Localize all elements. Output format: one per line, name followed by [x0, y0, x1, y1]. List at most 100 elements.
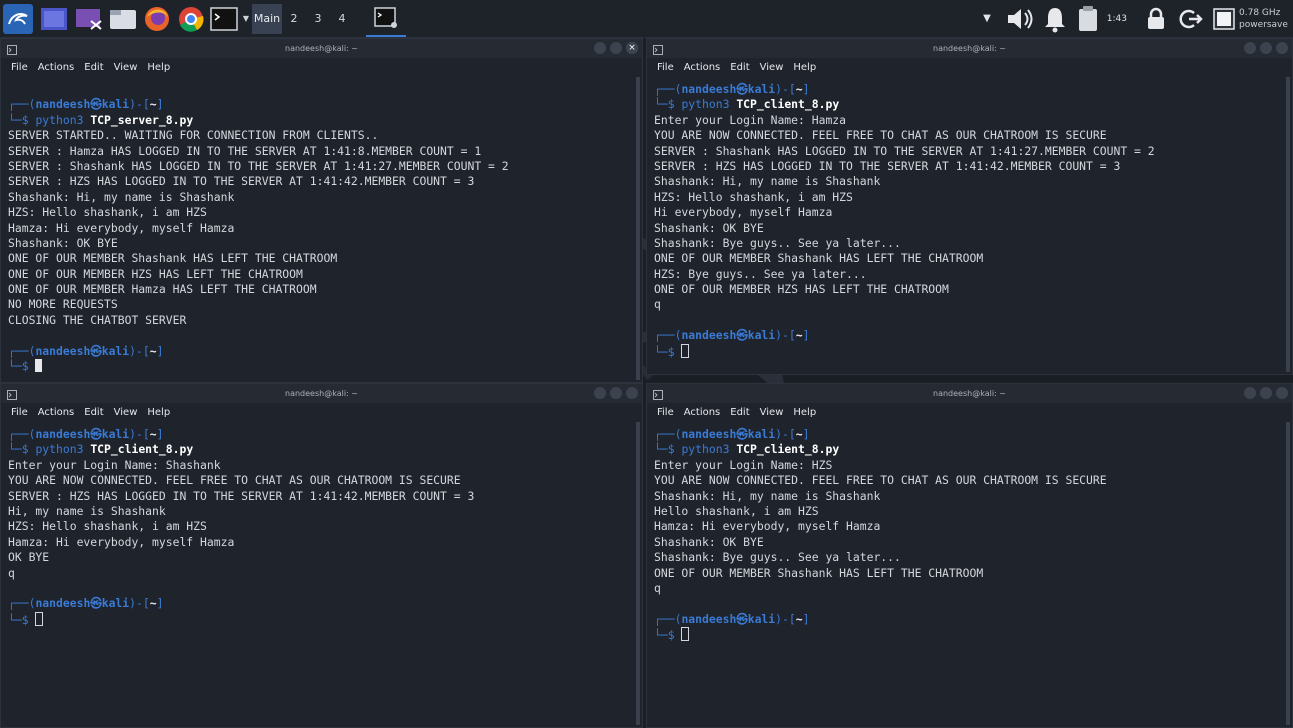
maximize-button[interactable] [1260, 42, 1272, 54]
cpu-frequency-plugin[interactable]: 0.78 GHz powersave [1239, 7, 1293, 31]
close-button[interactable] [1276, 42, 1288, 54]
terminal-window-client-shashank[interactable]: nandeesh@kali: ~ File Actions Edit View Help ┌… [0, 383, 643, 728]
logout-icon[interactable] [1179, 7, 1203, 31]
scrollbar[interactable] [1286, 77, 1290, 372]
firefox-button[interactable] [140, 0, 174, 37]
menu-help[interactable]: Help [793, 407, 816, 418]
workspace-3[interactable]: 3 [306, 4, 330, 34]
menu-help[interactable]: Help [147, 407, 170, 418]
menu-file[interactable]: File [11, 62, 28, 73]
volume-icon[interactable] [1005, 6, 1035, 32]
menu-file[interactable]: File [657, 407, 674, 418]
command: python3 [681, 442, 730, 457]
cpu-monitor-icon[interactable] [1213, 7, 1235, 30]
close-icon: × [626, 42, 638, 54]
close-button[interactable] [626, 387, 638, 399]
clipboard-icon[interactable] [1077, 5, 1099, 33]
window-titlebar[interactable]: nandeesh@kali: ~ [1, 384, 642, 403]
window-titlebar[interactable]: nandeesh@kali: ~ [647, 39, 1292, 58]
prompt-user: nandeesh [681, 82, 737, 96]
terminal-cursor[interactable] [35, 359, 43, 373]
prompt-dollar: └─$ [8, 112, 36, 127]
window-titlebar[interactable]: nandeesh@kali: ~ × [1, 39, 642, 58]
terminal-window-server[interactable]: nandeesh@kali: ~ × File Actions Edit View Help… [0, 38, 643, 383]
tray-dropdown-icon[interactable]: ▼ [983, 13, 991, 24]
terminal-line: ONE OF OUR MEMBER Hamza HAS LEFT THE CHA… [8, 282, 642, 297]
output-text: Shashank: OK BYE [654, 220, 764, 235]
prompt-separator: )-[ [129, 343, 150, 358]
show-desktop-button[interactable] [36, 0, 72, 37]
workspace-switcher-button[interactable] [72, 0, 106, 37]
window-title: nandeesh@kali: ~ [933, 389, 1006, 398]
kali-menu-button[interactable] [0, 0, 36, 37]
menu-file[interactable]: File [657, 62, 674, 73]
terminal-line: SERVER : Shashank HAS LOGGED IN TO THE S… [654, 144, 1292, 159]
minimize-button[interactable] [594, 42, 606, 54]
terminal-window-client-hzs[interactable]: nandeesh@kali: ~ File Actions Edit View Help ┌… [646, 383, 1293, 728]
menu-help[interactable]: Help [793, 62, 816, 73]
terminal-output[interactable]: ┌──(nandeesh㉿kali)-[~] └─$ python3 TCP_cl… [1, 421, 642, 627]
menu-edit[interactable]: Edit [730, 407, 749, 418]
menu-actions[interactable]: Actions [38, 62, 75, 73]
menu-view[interactable]: View [114, 407, 138, 418]
terminal-icon [210, 6, 238, 31]
menu-view[interactable]: View [760, 62, 784, 73]
kali-dragon-icon [3, 3, 33, 34]
workspace-4[interactable]: 4 [330, 4, 354, 34]
prompt-host: kali [101, 427, 130, 441]
terminal-output[interactable]: ┌──(nandeesh㉿kali)-[~] └─$ python3 TCP_cl… [647, 76, 1292, 359]
terminal-output[interactable]: ┌──(nandeesh㉿kali)-[~] └─$ python3 TCP_cl… [647, 421, 1292, 642]
lock-screen-icon[interactable] [1145, 7, 1167, 31]
terminal-launcher-button[interactable] [208, 0, 240, 37]
menu-view[interactable]: View [760, 407, 784, 418]
terminal-window-client-hamza[interactable]: nandeesh@kali: ~ File Actions Edit View Help ┌… [646, 38, 1293, 375]
scrollbar[interactable] [636, 422, 640, 725]
scrollbar[interactable] [636, 77, 640, 380]
minimize-button[interactable] [594, 387, 606, 399]
workspace-main[interactable]: Main [252, 3, 282, 34]
close-button[interactable]: × [626, 42, 638, 54]
chrome-button[interactable] [174, 0, 208, 37]
close-button[interactable] [1276, 387, 1288, 399]
terminal-line: Shashank: Hi, my name is Shashank [654, 489, 1292, 504]
menu-view[interactable]: View [114, 62, 138, 73]
terminal-cursor[interactable] [681, 343, 690, 358]
notification-bell-icon[interactable] [1041, 5, 1069, 33]
maximize-button[interactable] [610, 387, 622, 399]
menu-file[interactable]: File [11, 407, 28, 418]
prompt-user: nandeesh [35, 97, 91, 112]
prompt-user: nandeesh [681, 328, 737, 343]
menu-help[interactable]: Help [147, 62, 170, 73]
terminal-dropdown[interactable]: ▼ [240, 0, 252, 37]
terminal-output[interactable]: ┌──(nandeesh㉿kali)-[~] └─$ python3 TCP_se… [1, 76, 642, 374]
taskbar-terminal-item[interactable] [366, 0, 406, 37]
terminal-icon [374, 6, 397, 28]
output-text: SERVER : HZS HAS LOGGED IN TO THE SERVER… [8, 488, 475, 503]
scrollbar[interactable] [1286, 422, 1290, 725]
terminal-cursor[interactable] [681, 627, 690, 642]
terminal-cursor[interactable] [35, 611, 44, 626]
menu-edit[interactable]: Edit [730, 62, 749, 73]
file-manager-button[interactable] [106, 0, 140, 37]
maximize-button[interactable] [1260, 387, 1272, 399]
prompt-at-icon: ㉿ [90, 343, 102, 358]
workspace-2[interactable]: 2 [282, 4, 306, 34]
terminal-line: HZS: Hello shashank, i am HZS [8, 519, 642, 534]
clock[interactable]: 1:43 [1107, 14, 1127, 24]
minimize-button[interactable] [1244, 387, 1256, 399]
menu-edit[interactable]: Edit [84, 407, 103, 418]
command-argument: TCP_client_8.py [736, 97, 840, 112]
minimize-button[interactable] [1244, 42, 1256, 54]
output-text: SERVER : HZS HAS LOGGED IN TO THE SERVER… [8, 174, 475, 189]
prompt-corner: ┌──( [654, 328, 682, 343]
menu-edit[interactable]: Edit [84, 62, 103, 73]
terminal-line: NO MORE REQUESTS [8, 297, 642, 312]
output-text: Hamza: Hi everybody, myself Hamza [654, 519, 881, 534]
maximize-button[interactable] [610, 42, 622, 54]
menu-actions[interactable]: Actions [684, 62, 721, 73]
prompt-separator: )-[ [775, 427, 796, 441]
menu-actions[interactable]: Actions [684, 407, 721, 418]
window-titlebar[interactable]: nandeesh@kali: ~ [647, 384, 1292, 403]
menu-actions[interactable]: Actions [38, 407, 75, 418]
